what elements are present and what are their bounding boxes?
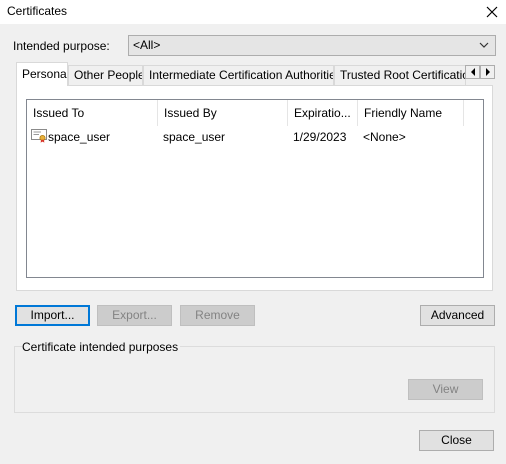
cell-friendly-name: <None>: [363, 130, 406, 144]
tab-trusted-root[interactable]: Trusted Root Certification: [334, 65, 466, 85]
arrow-right-icon: [485, 68, 490, 76]
tab-scroll-right-button[interactable]: [480, 65, 495, 79]
column-header-issued-by[interactable]: Issued By: [158, 100, 288, 126]
column-header-friendly-name[interactable]: Friendly Name: [358, 100, 464, 126]
arrow-left-icon: [470, 68, 475, 76]
tab-other-people[interactable]: Other People: [68, 65, 143, 85]
export-button[interactable]: Export...: [97, 305, 172, 326]
column-header-expiration[interactable]: Expiratio...: [288, 100, 358, 126]
window-title: Certificates: [7, 4, 68, 18]
intended-purposes-label: Certificate intended purposes: [22, 340, 181, 354]
certificate-list[interactable]: Issued To Issued By Expiratio... Friendl…: [26, 99, 484, 278]
close-button[interactable]: Close: [419, 430, 494, 451]
cell-expiration: 1/29/2023: [293, 130, 347, 144]
close-window-button[interactable]: [478, 0, 506, 24]
tab-scroll-left-button[interactable]: [465, 65, 480, 79]
column-header-issued-to[interactable]: Issued To: [27, 100, 158, 126]
import-button[interactable]: Import...: [15, 305, 90, 326]
view-button[interactable]: View: [408, 379, 483, 400]
cell-issued-to: space_user: [48, 130, 111, 144]
intended-purpose-label: Intended purpose:: [13, 39, 110, 53]
intended-purpose-select[interactable]: <All>: [128, 35, 496, 56]
tab-intermediate-ca[interactable]: Intermediate Certification Authorities: [143, 65, 334, 85]
remove-button[interactable]: Remove: [180, 305, 255, 326]
chevron-down-icon: [479, 42, 489, 48]
cell-issued-by: space_user: [163, 130, 226, 144]
intended-purpose-value: <All>: [133, 38, 161, 52]
tab-personal[interactable]: Personal: [16, 62, 68, 86]
close-icon: [486, 6, 498, 18]
title-bar: [0, 0, 506, 24]
advanced-button[interactable]: Advanced: [420, 305, 495, 326]
certificate-icon: [31, 129, 47, 143]
